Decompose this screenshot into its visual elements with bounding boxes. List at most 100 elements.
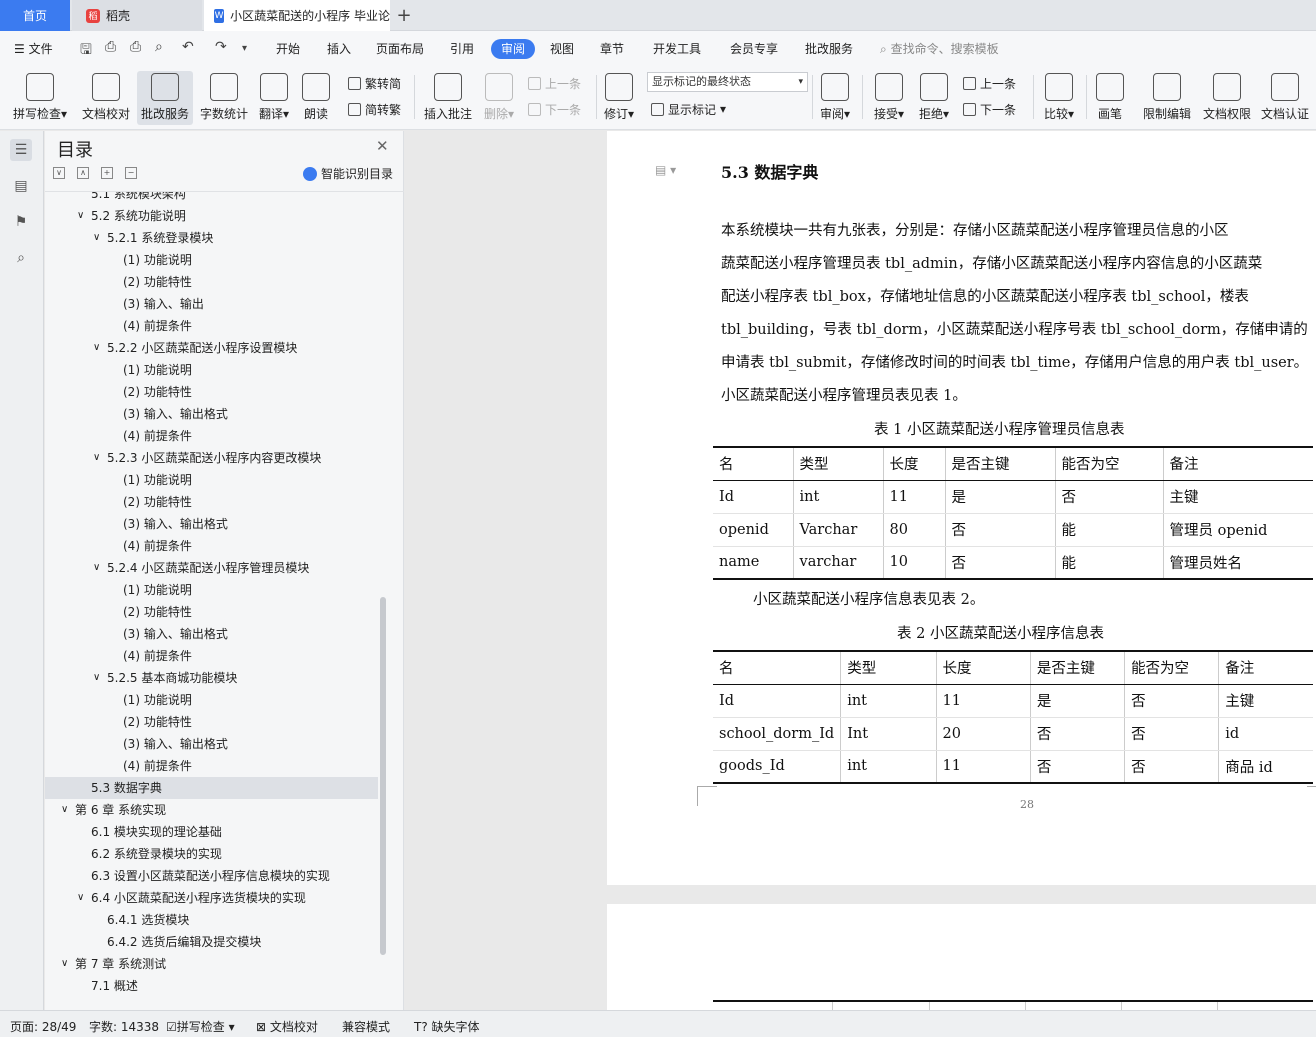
remove-heading-icon[interactable]: − <box>125 167 137 179</box>
prev-comment-button[interactable]: 上一条 <box>528 73 581 93</box>
review-service-button[interactable]: 批改服务 <box>137 71 193 125</box>
toc-item[interactable]: (1) 功能说明 <box>45 579 378 601</box>
bookmark-icon[interactable]: ⚑ <box>10 211 32 233</box>
word-count-button[interactable]: 字数统计 <box>196 71 252 125</box>
toc-item[interactable]: 7.1 概述 <box>45 975 378 997</box>
chevron-down-icon[interactable]: ∨ <box>93 557 100 579</box>
toc-item[interactable]: (4) 前提条件 <box>45 645 378 667</box>
toc-item[interactable]: 6.4.2 选货后编辑及提交模块 <box>45 931 378 953</box>
menu-review-service[interactable]: 批改服务 <box>805 39 853 59</box>
delete-comment-button[interactable]: 删除▾ <box>480 71 518 125</box>
restrict-edit-button[interactable]: 限制编辑 <box>1140 71 1194 125</box>
toc-item[interactable]: (4) 前提条件 <box>45 755 378 777</box>
markup-state-select[interactable]: 显示标记的最终状态 ▾ <box>647 72 808 92</box>
page-indicator[interactable]: 页面: 28/49 <box>10 1018 76 1035</box>
toc-item[interactable]: (3) 输入、输出格式 <box>45 513 378 535</box>
toc-item[interactable]: (2) 功能特性 <box>45 271 378 293</box>
quick-access-dropdown-icon[interactable]: ▾ <box>242 43 247 54</box>
tab-daoke[interactable]: 稻稻壳 <box>72 0 202 31</box>
toc-item[interactable]: ∨ 第 7 章 系统测试 <box>45 953 378 975</box>
toc-item[interactable]: (1) 功能说明 <box>45 689 378 711</box>
add-heading-icon[interactable]: + <box>101 167 113 179</box>
toc-item[interactable]: ∨ 5.2.3 小区蔬菜配送小程序内容更改模块 <box>45 447 378 469</box>
toc-item[interactable]: 6.3 设置小区蔬菜配送小程序信息模块的实现 <box>45 865 378 887</box>
search-icon[interactable]: ⌕ <box>10 247 32 269</box>
chevron-down-icon[interactable]: ∨ <box>77 205 84 227</box>
toc-item[interactable]: (4) 前提条件 <box>45 425 378 447</box>
close-icon[interactable]: ✕ <box>376 137 389 155</box>
command-search[interactable]: ⌕ 查找命令、搜索模板 <box>880 39 999 59</box>
pen-button[interactable]: 画笔 <box>1094 71 1126 125</box>
collapse-all-icon[interactable]: ∧ <box>77 167 89 179</box>
toc-item[interactable]: 6.2 系统登录模块的实现 <box>45 843 378 865</box>
toc-item[interactable]: ∨ 5.2.5 基本商城功能模块 <box>45 667 378 689</box>
missing-font[interactable]: T? 缺失字体 <box>414 1018 480 1035</box>
doc-outline-icon[interactable]: ▤ ▾ <box>655 163 676 177</box>
menu-layout[interactable]: 页面布局 <box>376 39 424 59</box>
menu-chapter[interactable]: 章节 <box>600 39 624 59</box>
menu-developer[interactable]: 开发工具 <box>653 39 701 59</box>
toc-item[interactable]: ∨ 5.2 系统功能说明 <box>45 205 378 227</box>
toc-scrollbar[interactable] <box>380 597 386 955</box>
toc-item[interactable]: 5.1 系统模块架构 <box>45 192 378 205</box>
undo-icon[interactable]: ↶ <box>182 39 194 55</box>
compare-button[interactable]: 比较▾ <box>1040 71 1078 125</box>
status-spell-check[interactable]: ☑拼写检查 ▾ <box>166 1018 235 1035</box>
export-icon[interactable]: ⎙ <box>105 39 116 55</box>
toc-item[interactable]: ∨ 6.4 小区蔬菜配送小程序选货模块的实现 <box>45 887 378 909</box>
new-tab-button[interactable]: + <box>392 0 416 31</box>
chevron-down-icon[interactable]: ∨ <box>61 953 68 975</box>
menu-view[interactable]: 视图 <box>550 39 574 59</box>
prev-change-button[interactable]: 上一条 <box>963 73 1016 93</box>
preview-icon[interactable]: ⌕ <box>155 39 163 55</box>
toc-item[interactable]: (3) 输入、输出 <box>45 293 378 315</box>
doc-rights-button[interactable]: 文档权限 <box>1200 71 1254 125</box>
chevron-down-icon[interactable]: ∨ <box>93 227 100 249</box>
track-changes-button[interactable]: 修订▾ <box>600 71 638 125</box>
toc-item[interactable]: 5.3 数据字典 <box>45 777 378 799</box>
toc-item[interactable]: (2) 功能特性 <box>45 381 378 403</box>
menu-review[interactable]: 审阅 <box>491 39 536 59</box>
show-markup-button[interactable]: 显示标记 ▾ <box>651 99 726 119</box>
tab-home[interactable]: 首页 <box>0 0 70 31</box>
chevron-down-icon[interactable]: ∨ <box>77 887 84 909</box>
toc-item[interactable]: (3) 输入、输出格式 <box>45 733 378 755</box>
chevron-down-icon[interactable]: ∨ <box>61 799 68 821</box>
next-comment-button[interactable]: 下一条 <box>528 99 581 119</box>
reject-button[interactable]: 拒绝▾ <box>915 71 953 125</box>
toc-item[interactable]: ∨ 5.2.4 小区蔬菜配送小程序管理员模块 <box>45 557 378 579</box>
save-icon[interactable]: 🖫 <box>80 39 92 63</box>
toc-item[interactable]: (2) 功能特性 <box>45 601 378 623</box>
trad-to-simp-button[interactable]: 繁转简 <box>348 73 401 93</box>
toc-item[interactable]: (4) 前提条件 <box>45 535 378 557</box>
chevron-down-icon[interactable]: ∨ <box>93 337 100 359</box>
next-change-button[interactable]: 下一条 <box>963 99 1016 119</box>
toc-item[interactable]: (3) 输入、输出格式 <box>45 623 378 645</box>
word-count[interactable]: 字数: 14338 <box>89 1018 159 1035</box>
expand-all-icon[interactable]: ∨ <box>53 167 65 179</box>
smart-toc-button[interactable]: 智能识别目录 <box>303 165 393 182</box>
menu-insert[interactable]: 插入 <box>327 39 351 59</box>
toc-item[interactable]: (2) 功能特性 <box>45 491 378 513</box>
file-menu[interactable]: ☰ 文件 <box>14 39 53 59</box>
menu-member[interactable]: 会员专享 <box>730 39 778 59</box>
toc-item[interactable]: (1) 功能说明 <box>45 359 378 381</box>
review-pane-button[interactable]: 审阅▾ <box>816 71 854 125</box>
insert-comment-button[interactable]: 插入批注 <box>420 71 476 125</box>
toc-panel-icon[interactable]: ☰ <box>10 139 32 161</box>
toc-item[interactable]: ∨ 第 6 章 系统实现 <box>45 799 378 821</box>
chapter-nav-icon[interactable]: ▤ <box>10 175 32 197</box>
chevron-down-icon[interactable]: ∨ <box>93 447 100 469</box>
toc-item[interactable]: ∨ 5.2.1 系统登录模块 <box>45 227 378 249</box>
proofread-button[interactable]: 文档校对 <box>78 71 134 125</box>
toc-item[interactable]: ∨ 5.2.2 小区蔬菜配送小程序设置模块 <box>45 337 378 359</box>
menu-references[interactable]: 引用 <box>450 39 474 59</box>
accept-button[interactable]: 接受▾ <box>870 71 908 125</box>
toc-item[interactable]: (2) 功能特性 <box>45 711 378 733</box>
toc-item[interactable]: (4) 前提条件 <box>45 315 378 337</box>
toc-item[interactable]: (1) 功能说明 <box>45 249 378 271</box>
toc-item[interactable]: (3) 输入、输出格式 <box>45 403 378 425</box>
status-proofread[interactable]: ⊠ 文档校对 <box>256 1018 318 1035</box>
read-aloud-button[interactable]: 朗读 <box>298 71 334 125</box>
doc-cert-button[interactable]: 文档认证 <box>1258 71 1312 125</box>
